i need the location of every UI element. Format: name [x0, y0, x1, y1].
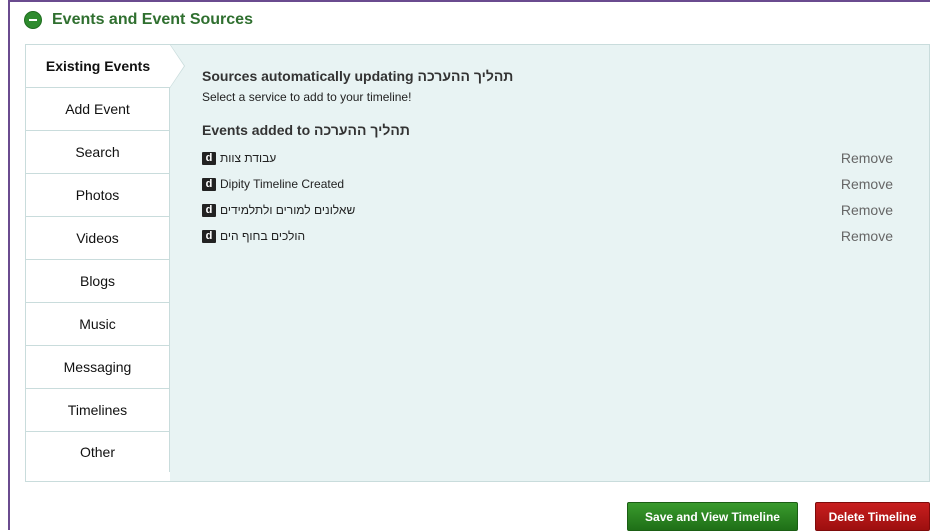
- collapse-icon[interactable]: [24, 11, 42, 29]
- remove-link[interactable]: Remove: [841, 202, 893, 218]
- event-name: שאלונים למורים ולתלמידים: [220, 203, 356, 217]
- dipity-icon: d: [202, 177, 216, 191]
- dipity-icon: d: [202, 151, 216, 165]
- sources-text: Select a service to add to your timeline…: [202, 90, 412, 104]
- frame-top-border: [8, 0, 930, 2]
- sources-heading: Sources automatically updating תהליך ההע…: [202, 68, 514, 84]
- event-list: d עבודת צוות Remove d Dipity Timeline Cr…: [202, 145, 893, 249]
- save-and-view-timeline-button[interactable]: Save and View Timeline: [627, 502, 798, 531]
- event-row: d עבודת צוות Remove: [202, 145, 893, 171]
- tab-search[interactable]: Search: [26, 131, 170, 174]
- event-name: Dipity Timeline Created: [220, 177, 345, 191]
- tab-other[interactable]: Other: [26, 432, 170, 472]
- tab-add-event[interactable]: Add Event: [26, 88, 170, 131]
- dipity-icon: d: [202, 229, 216, 243]
- section-title: Events and Event Sources: [52, 11, 253, 28]
- event-row: d Dipity Timeline Created Remove: [202, 171, 893, 197]
- tab-timelines[interactable]: Timelines: [26, 389, 170, 432]
- events-heading: Events added to תהליך ההערכה: [202, 122, 410, 138]
- event-row: d הולכים בחוף הים Remove: [202, 223, 893, 249]
- remove-link[interactable]: Remove: [841, 228, 893, 244]
- remove-link[interactable]: Remove: [841, 176, 893, 192]
- delete-timeline-button[interactable]: Delete Timeline: [815, 502, 930, 531]
- tab-existing-events[interactable]: Existing Events: [26, 44, 185, 88]
- event-name: הולכים בחוף הים: [220, 229, 306, 243]
- remove-link[interactable]: Remove: [841, 150, 893, 166]
- event-row: d שאלונים למורים ולתלמידים Remove: [202, 197, 893, 223]
- section-header: Events and Event Sources: [24, 7, 253, 33]
- event-name: עבודת צוות: [220, 151, 277, 165]
- tab-blogs[interactable]: Blogs: [26, 260, 170, 303]
- tab-list: Existing Events Add Event Search Photos …: [26, 44, 185, 481]
- tab-messaging[interactable]: Messaging: [26, 346, 170, 389]
- tab-music[interactable]: Music: [26, 303, 170, 346]
- tab-videos[interactable]: Videos: [26, 217, 170, 260]
- events-panel: Existing Events Add Event Search Photos …: [25, 44, 930, 482]
- tab-content: Sources automatically updating תהליך ההע…: [202, 67, 893, 249]
- dipity-icon: d: [202, 203, 216, 217]
- tab-photos[interactable]: Photos: [26, 174, 170, 217]
